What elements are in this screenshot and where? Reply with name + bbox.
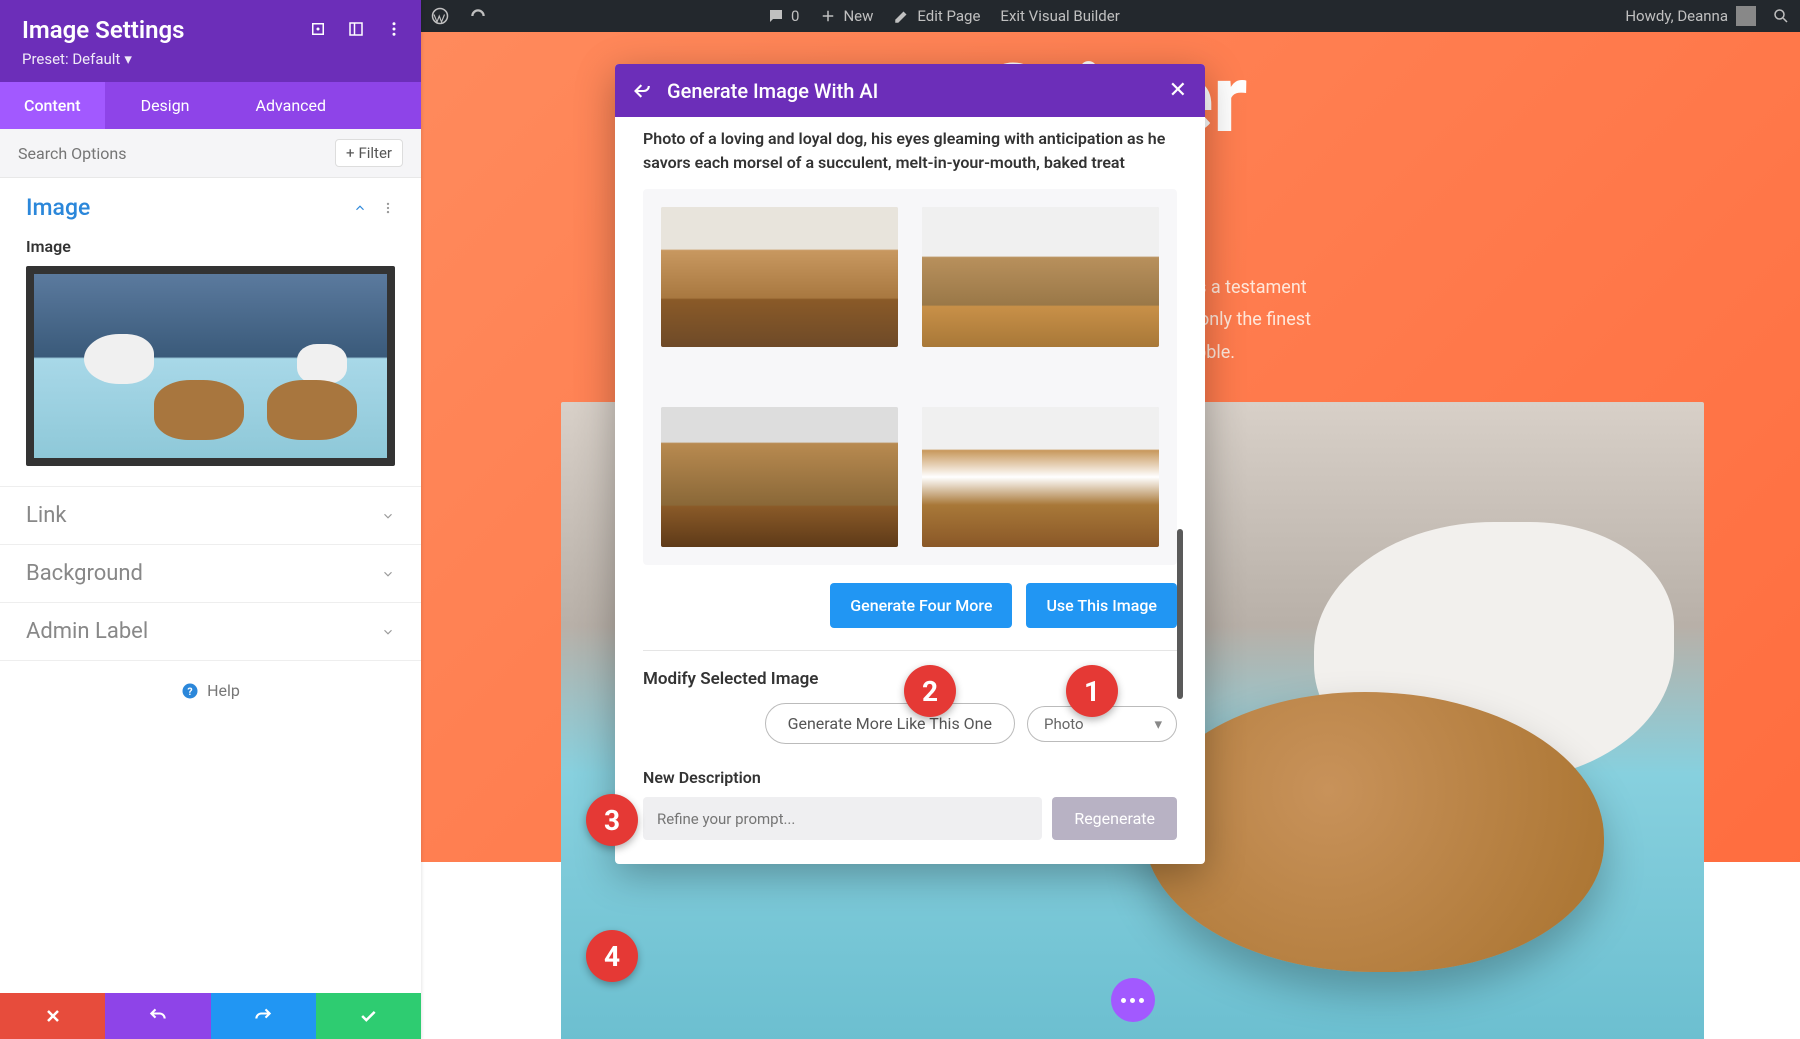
bottom-actions	[0, 993, 421, 1039]
filter-button[interactable]: +Filter	[335, 139, 403, 167]
generate-more-button[interactable]: Generate Four More	[830, 583, 1012, 628]
avatar[interactable]	[1736, 6, 1756, 26]
check-icon	[358, 1006, 378, 1026]
back-icon[interactable]	[633, 81, 653, 101]
redo-icon	[253, 1006, 273, 1026]
plus-icon: +	[346, 144, 355, 162]
svg-text:?: ?	[187, 684, 192, 697]
new-link[interactable]: New	[809, 0, 883, 32]
image-field-label: Image	[26, 237, 395, 256]
wp-logo[interactable]	[421, 0, 459, 32]
chevron-down-icon	[381, 509, 395, 523]
chevron-down-icon	[381, 625, 395, 639]
section-image-header[interactable]: Image	[0, 178, 421, 237]
dashboard-icon[interactable]	[459, 0, 497, 32]
refine-input[interactable]	[643, 797, 1042, 840]
callout-3: 3	[586, 794, 638, 846]
cancel-button[interactable]	[0, 993, 105, 1039]
pencil-icon	[893, 7, 911, 25]
chevron-up-icon	[353, 201, 367, 215]
search-row: +Filter	[0, 129, 421, 178]
ai-modal-title: Generate Image With AI	[667, 79, 878, 103]
search-icon[interactable]	[1772, 7, 1790, 25]
plus-icon	[819, 7, 837, 25]
help-icon: ?	[181, 682, 199, 700]
panel-icon[interactable]	[347, 20, 365, 38]
callout-1: 1	[1066, 665, 1118, 717]
image-preview[interactable]	[26, 266, 395, 466]
close-icon	[43, 1006, 63, 1026]
preset-selector[interactable]: Preset: Default▾	[22, 50, 399, 68]
module-options-fab[interactable]	[1111, 978, 1155, 1022]
settings-panel: Image Settings Preset: Default▾ Content …	[0, 0, 421, 1039]
callout-2: 2	[904, 665, 956, 717]
comments-link[interactable]: 0	[757, 0, 809, 32]
undo-icon	[148, 1006, 168, 1026]
section-admin-label[interactable]: Admin Label	[0, 603, 421, 660]
ai-modal: Generate Image With AI ✕ Photo of a lovi…	[615, 64, 1205, 864]
image-grid-wrap	[643, 189, 1177, 565]
redo-button[interactable]	[211, 993, 316, 1039]
callout-4: 4	[586, 930, 638, 982]
section-background[interactable]: Background	[0, 545, 421, 602]
edit-page-link[interactable]: Edit Page	[883, 0, 990, 32]
use-image-button[interactable]: Use This Image	[1026, 583, 1177, 628]
ai-thumb-1[interactable]	[661, 207, 898, 347]
tab-content[interactable]: Content	[0, 82, 105, 129]
more-icon[interactable]	[385, 20, 403, 38]
new-description-label: New Description	[643, 768, 1177, 787]
chevron-down-icon: ▾	[124, 50, 132, 68]
comments-count: 0	[791, 7, 799, 25]
expand-icon[interactable]	[309, 20, 327, 38]
ai-thumb-3[interactable]	[661, 407, 898, 547]
howdy-text[interactable]: Howdy, Deanna	[1625, 7, 1728, 25]
help-link[interactable]: ?Help	[0, 661, 421, 720]
ai-thumb-2[interactable]	[922, 207, 1159, 347]
settings-tabs: Content Design Advanced	[0, 82, 421, 129]
tab-advanced[interactable]: Advanced	[232, 82, 351, 129]
undo-button[interactable]	[105, 993, 210, 1039]
ai-modal-header: Generate Image With AI ✕	[615, 64, 1205, 117]
more-icon[interactable]	[381, 201, 395, 215]
wp-admin-bar: 0 New Edit Page Exit Visual Builder Howd…	[421, 0, 1800, 32]
more-like-button[interactable]: Generate More Like This One	[765, 703, 1015, 744]
chevron-down-icon	[381, 567, 395, 581]
ai-prompt: Photo of a loving and loyal dog, his eye…	[643, 127, 1177, 175]
search-input[interactable]	[18, 144, 335, 163]
tab-design[interactable]: Design	[117, 82, 214, 129]
ai-thumb-4[interactable]	[922, 407, 1159, 547]
comment-icon	[767, 7, 785, 25]
exit-builder-link[interactable]: Exit Visual Builder	[990, 0, 1129, 32]
section-link[interactable]: Link	[0, 487, 421, 544]
scrollbar[interactable]	[1177, 529, 1183, 699]
save-button[interactable]	[316, 993, 421, 1039]
regenerate-button[interactable]: Regenerate	[1052, 797, 1177, 840]
settings-header: Image Settings Preset: Default▾	[0, 0, 421, 82]
close-button[interactable]: ✕	[1169, 78, 1187, 103]
